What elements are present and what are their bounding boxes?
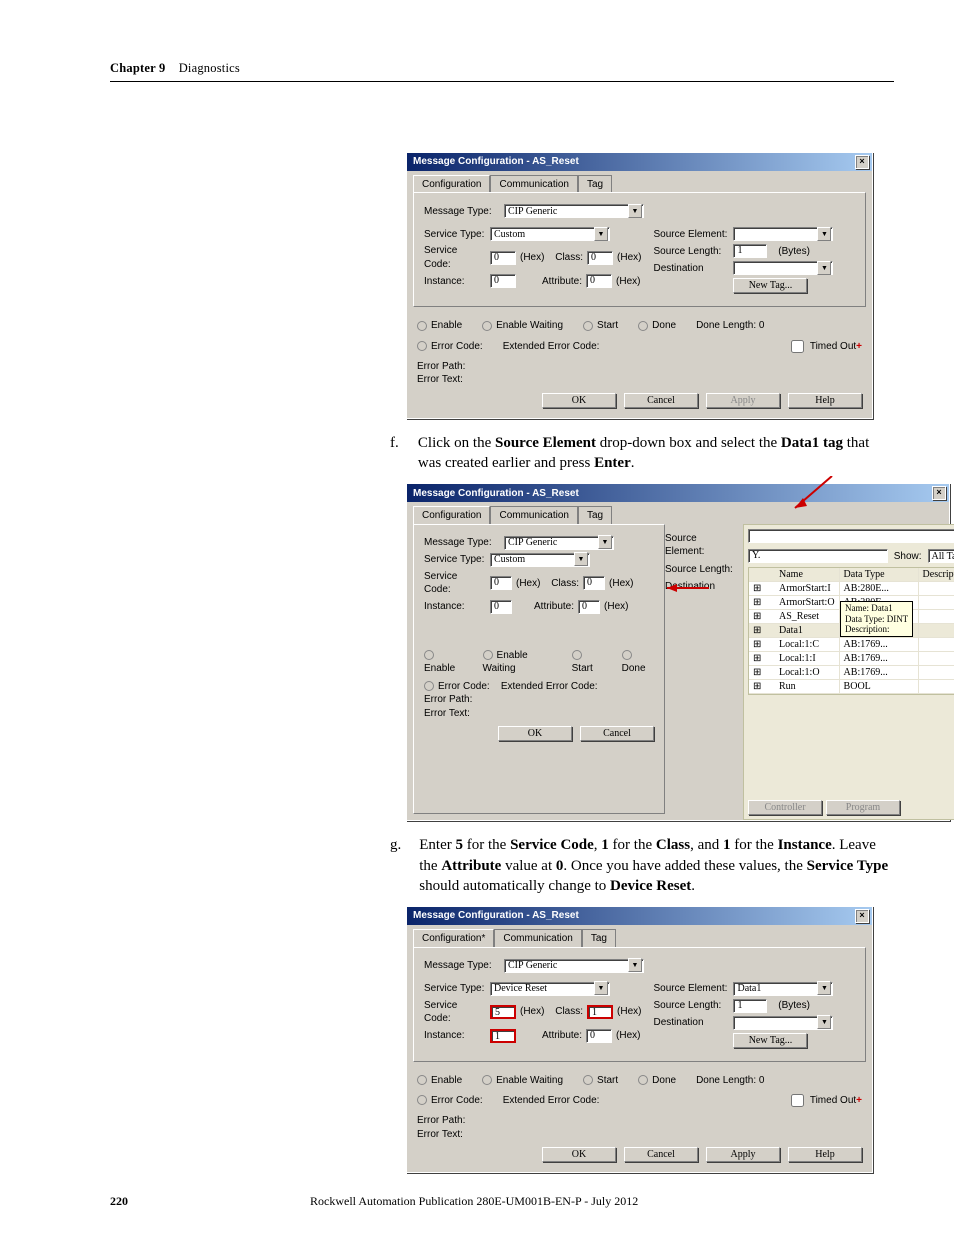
msgcfg-dialog-1: Message Configuration - AS_Reset× Config… (406, 152, 873, 419)
service-type-label: Service Type: (424, 228, 486, 242)
message-type-dropdown[interactable]: CIP Generic (504, 536, 614, 550)
instance-input[interactable]: 0 (490, 274, 516, 288)
errcode-led (417, 341, 427, 351)
titlebar[interactable]: Message Configuration - AS_Reset× (407, 484, 949, 502)
new-tag-button[interactable]: New Tag... (733, 1033, 807, 1048)
ok-button[interactable]: OK (542, 393, 616, 408)
tag-picker-popup: Y. Show: All Tags NameData TypeDescripti… (743, 524, 954, 821)
service-code-input[interactable]: 5 (490, 1005, 516, 1019)
src-elem-dropdown[interactable]: Data1 (733, 982, 833, 996)
message-type-dropdown[interactable]: CIP Generic (504, 204, 644, 218)
attr-input[interactable]: 0 (586, 1029, 612, 1043)
enable-led (417, 321, 427, 331)
step-g: g. Enter 5 for the Service Code, 1 for t… (390, 835, 894, 896)
step-f: f. Click on the Source Element drop-down… (390, 433, 894, 474)
tab-config[interactable]: Configuration (413, 175, 490, 193)
tag-row[interactable]: ⊞RunBOOL (749, 680, 954, 694)
service-type-dropdown[interactable]: Device Reset (490, 982, 610, 996)
tab-comm[interactable]: Communication (490, 175, 577, 193)
instance-label: Instance: (424, 275, 486, 289)
tag-row[interactable]: ⊞Local:1:IAB:1769... (749, 652, 954, 666)
cancel-button[interactable]: Cancel (624, 393, 698, 408)
done-led (638, 321, 648, 331)
class-input[interactable]: 0 (583, 576, 605, 590)
service-type-dropdown[interactable]: Custom (490, 227, 610, 241)
tag-tooltip: Name: Data1Data Type: DINTDescription: (840, 601, 913, 637)
help-button[interactable]: Help (788, 393, 862, 408)
tab-tag[interactable]: Tag (578, 506, 612, 524)
src-len-input[interactable]: 1 (733, 244, 767, 258)
class-input[interactable]: 1 (587, 1005, 613, 1019)
service-code-input[interactable]: 0 (490, 576, 512, 590)
src-len-label: Source Length: (653, 245, 729, 259)
controller-button[interactable]: Controller (748, 800, 822, 815)
tab-tag[interactable]: Tag (578, 175, 612, 193)
new-tag-button[interactable]: New Tag... (733, 278, 807, 293)
tab-tag[interactable]: Tag (582, 929, 616, 947)
tab-comm[interactable]: Communication (494, 929, 581, 947)
program-button[interactable]: Program (826, 800, 900, 815)
msgcfg-dialog-3: Message Configuration - AS_Reset× Config… (406, 906, 873, 1173)
src-elem-dropdown[interactable] (733, 227, 833, 241)
tab-config[interactable]: Configuration* (413, 929, 494, 947)
dest-label: Destination (653, 262, 729, 276)
timedout-checkbox[interactable] (791, 1094, 804, 1107)
apply-button[interactable]: Apply (706, 1147, 780, 1162)
src-elem-dropdown[interactable] (748, 529, 954, 543)
header-rule (110, 81, 894, 82)
tag-row[interactable]: ⊞Local:1:CAB:1769... (749, 638, 954, 652)
apply-button[interactable]: Apply (706, 393, 780, 408)
filter-input[interactable]: Y. (748, 549, 888, 563)
start-led (583, 321, 593, 331)
src-elem-label: Source Element: (653, 228, 729, 242)
instance-input[interactable]: 0 (490, 600, 512, 614)
class-input[interactable]: 0 (587, 251, 613, 265)
tab-config[interactable]: Configuration (413, 506, 490, 524)
msgcfg-dialog-2: Message Configuration - AS_Reset× Config… (406, 483, 950, 821)
cancel-button[interactable]: Cancel (580, 726, 654, 741)
tag-row[interactable]: ⊞Local:1:OAB:1769... (749, 666, 954, 680)
enablewait-led (482, 321, 492, 331)
tab-comm[interactable]: Communication (490, 506, 577, 524)
close-icon[interactable]: × (855, 155, 869, 169)
redplus-icon: + (856, 341, 862, 352)
attr-input[interactable]: 0 (578, 600, 600, 614)
message-type-label: Message Type: (424, 205, 500, 219)
titlebar[interactable]: Message Configuration - AS_Reset× (407, 907, 872, 925)
timedout-checkbox[interactable] (791, 340, 804, 353)
page-header: Chapter 9 Diagnostics (110, 60, 894, 77)
show-dropdown[interactable]: All Tags (928, 549, 954, 563)
close-icon[interactable]: × (855, 909, 869, 923)
dest-dropdown[interactable] (733, 261, 833, 275)
instance-input[interactable]: 1 (490, 1029, 516, 1043)
publication-line: Rockwell Automation Publication 280E-UM0… (310, 1193, 638, 1209)
attr-input[interactable]: 0 (586, 274, 612, 288)
close-icon[interactable]: × (932, 486, 946, 500)
dest-dropdown[interactable] (733, 1016, 833, 1030)
service-code-label: Service Code: (424, 244, 486, 271)
help-button[interactable]: Help (788, 1147, 862, 1162)
page-number: 220 (110, 1193, 310, 1209)
page-footer: 220 Rockwell Automation Publication 280E… (110, 1193, 894, 1209)
tag-row[interactable]: ⊞ArmorStart:IAB:280E... (749, 582, 954, 596)
ok-button[interactable]: OK (498, 726, 572, 741)
cancel-button[interactable]: Cancel (624, 1147, 698, 1162)
service-code-input[interactable]: 0 (490, 251, 516, 265)
ok-button[interactable]: OK (542, 1147, 616, 1162)
service-type-dropdown[interactable]: Custom (490, 553, 590, 567)
message-type-dropdown[interactable]: CIP Generic (504, 959, 644, 973)
titlebar[interactable]: Message Configuration - AS_Reset× (407, 153, 872, 171)
src-len-input[interactable]: 1 (733, 999, 767, 1013)
